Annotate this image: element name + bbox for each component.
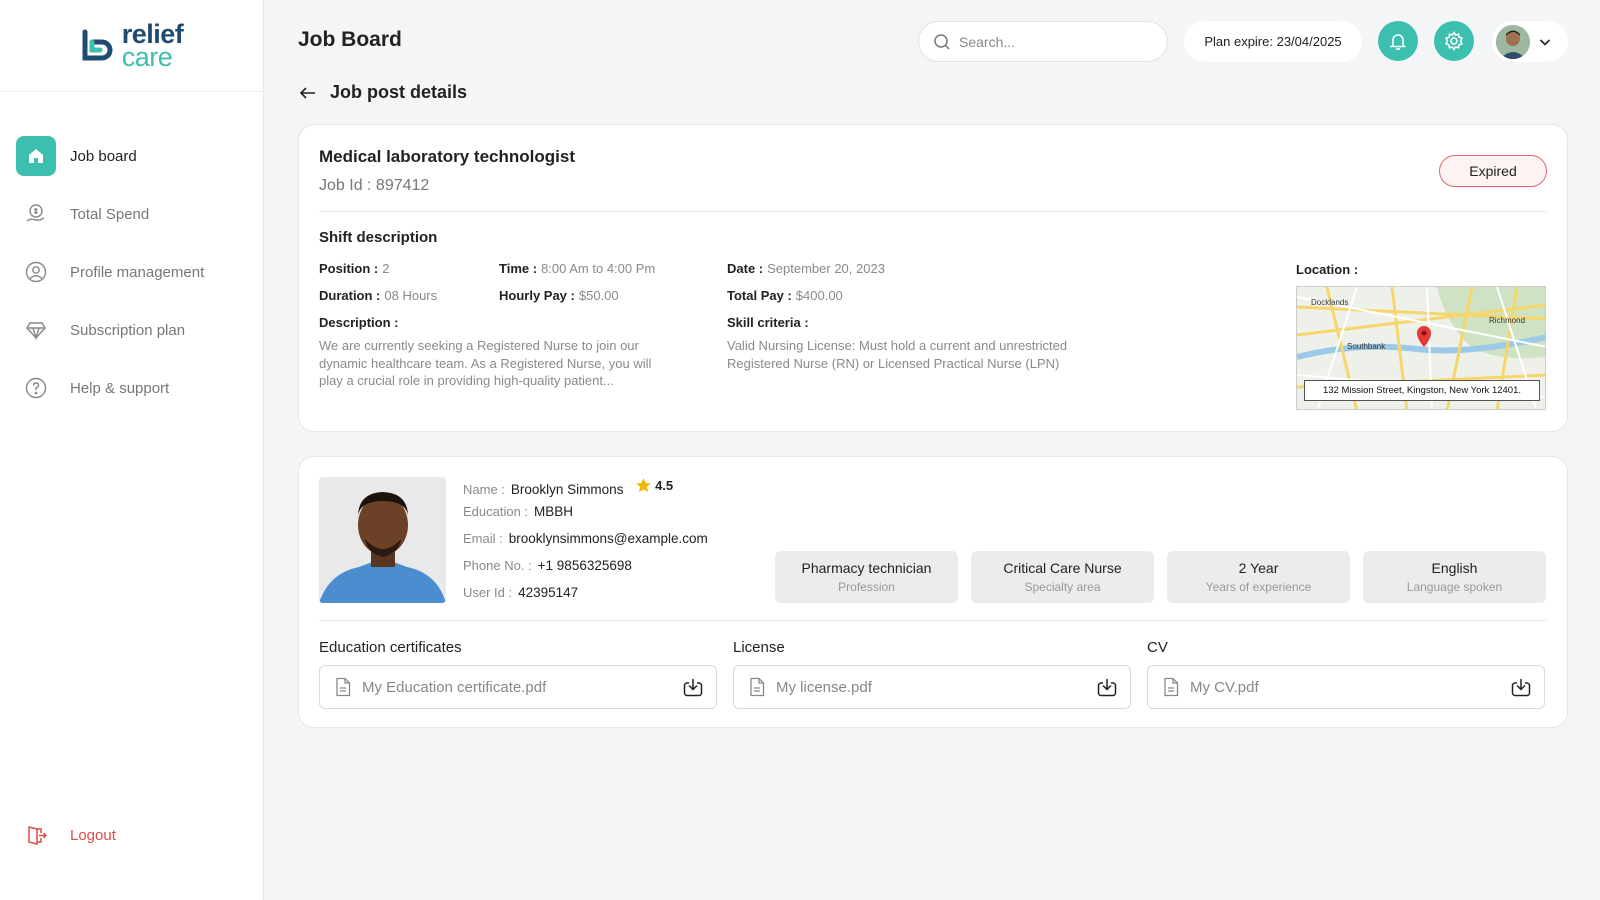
home-icon bbox=[16, 136, 56, 176]
tag-language: English Language spoken bbox=[1363, 551, 1546, 603]
candidate-rating: 4.5 bbox=[635, 477, 673, 494]
download-icon[interactable] bbox=[1096, 676, 1118, 698]
sidebar-item-label: Job board bbox=[70, 147, 137, 165]
sidebar-item-subscription-plan[interactable]: Subscription plan bbox=[16, 310, 263, 350]
diamond-icon bbox=[16, 310, 56, 350]
license-download[interactable]: My license.pdf bbox=[733, 665, 1131, 709]
cv-download[interactable]: My CV.pdf bbox=[1147, 665, 1545, 709]
map-label: Docklands bbox=[1311, 298, 1348, 307]
brand-line2: care bbox=[121, 41, 173, 72]
candidate-education-field: Education : MBBH bbox=[463, 504, 574, 519]
sidebar-item-label: Profile management bbox=[70, 263, 205, 281]
page-subheader: Job post details bbox=[298, 82, 467, 103]
location-map[interactable]: Docklands Richmond Southbank 132 Mission… bbox=[1296, 286, 1546, 410]
hourly-pay-field: Hourly Pay : $50.00 bbox=[499, 288, 619, 303]
logo-mark-icon bbox=[82, 29, 113, 60]
arrow-left-icon bbox=[299, 86, 315, 99]
job-details-card: Medical laboratory technologist Job Id :… bbox=[298, 124, 1568, 432]
candidate-email-field: Email : brooklynsimmons@example.com bbox=[463, 531, 708, 546]
settings-button[interactable] bbox=[1434, 21, 1474, 61]
search-bar[interactable] bbox=[918, 21, 1168, 62]
logout-label: Logout bbox=[70, 826, 116, 844]
back-button[interactable] bbox=[298, 83, 318, 103]
sidebar: relief care Job board Total Spend Profil… bbox=[0, 0, 264, 900]
file-icon bbox=[336, 677, 351, 697]
job-title: Medical laboratory technologist bbox=[319, 147, 575, 166]
education-certificate-download[interactable]: My Education certificate.pdf bbox=[319, 665, 717, 709]
user-circle-icon bbox=[16, 252, 56, 292]
date-field: Date : September 20, 2023 bbox=[727, 261, 885, 276]
help-icon bbox=[16, 368, 56, 408]
download-icon[interactable] bbox=[682, 676, 704, 698]
chevron-down-icon bbox=[1539, 38, 1551, 46]
map-label: Southbank bbox=[1347, 342, 1386, 351]
file-icon bbox=[1164, 677, 1179, 697]
doc-label-education: Education certificates bbox=[319, 639, 462, 656]
gear-icon bbox=[1444, 31, 1464, 51]
plan-expire-badge: Plan expire: 23/04/2025 bbox=[1184, 21, 1362, 62]
file-icon bbox=[750, 677, 765, 697]
tag-profession: Pharmacy technician Profession bbox=[775, 551, 958, 603]
search-icon bbox=[934, 33, 950, 50]
candidate-name-field: Name : Brooklyn Simmons 4.5 bbox=[463, 477, 674, 497]
download-icon[interactable] bbox=[1510, 676, 1532, 698]
sidebar-nav: Job board Total Spend Profile management… bbox=[0, 136, 263, 408]
sidebar-item-help-support[interactable]: Help & support bbox=[16, 368, 263, 408]
candidate-photo bbox=[319, 477, 446, 603]
time-field: Time :8:00 Am to 4:00 Pm bbox=[499, 261, 656, 276]
candidate-phone-field: Phone No. : +1 9856325698 bbox=[463, 558, 632, 573]
divider bbox=[319, 620, 1547, 621]
candidate-userid-field: User Id :42395147 bbox=[463, 585, 579, 600]
skill-criteria-text: Valid Nursing License: Must hold a curre… bbox=[727, 338, 1068, 371]
doc-label-license: License bbox=[733, 639, 785, 656]
money-hand-icon bbox=[16, 194, 56, 234]
description-text: We are currently seeking a Registered Nu… bbox=[319, 338, 652, 388]
sidebar-item-job-board[interactable]: Job board bbox=[16, 136, 263, 176]
avatar bbox=[1496, 24, 1530, 59]
sidebar-item-label: Total Spend bbox=[70, 205, 150, 223]
candidate-name: Brooklyn Simmons bbox=[510, 482, 624, 497]
divider bbox=[319, 211, 1547, 212]
duration-field: Duration :08 Hours bbox=[319, 288, 438, 303]
logout-button[interactable]: Logout bbox=[16, 815, 116, 855]
star-icon bbox=[636, 478, 651, 492]
shift-description-heading: Shift description bbox=[319, 229, 438, 246]
sidebar-item-label: Help & support bbox=[70, 379, 170, 397]
job-id: Job Id : 897412 bbox=[319, 177, 430, 194]
description-label: Description : bbox=[319, 315, 399, 330]
profile-menu[interactable] bbox=[1492, 21, 1568, 62]
sidebar-item-label: Subscription plan bbox=[70, 321, 186, 339]
tag-specialty: Critical Care Nurse Specialty area bbox=[971, 551, 1154, 603]
sidebar-item-profile-management[interactable]: Profile management bbox=[16, 252, 263, 292]
logout-icon bbox=[16, 815, 56, 855]
subpage-title: Job post details bbox=[330, 82, 468, 102]
candidate-card: Name : Brooklyn Simmons 4.5 Education : MB… bbox=[298, 456, 1568, 728]
skill-criteria-label: Skill criteria : bbox=[727, 315, 809, 330]
page-title: Job Board bbox=[298, 28, 402, 51]
notifications-button[interactable] bbox=[1378, 21, 1418, 61]
map-address: 132 Mission Street, Kingston, New York 1… bbox=[1304, 380, 1540, 401]
brand-logo[interactable]: relief care bbox=[0, 0, 263, 92]
doc-label-cv: CV bbox=[1147, 639, 1168, 656]
status-badge: Expired bbox=[1439, 155, 1547, 187]
location-label: Location : bbox=[1296, 262, 1359, 277]
search-input[interactable] bbox=[959, 33, 1149, 50]
sidebar-item-total-spend[interactable]: Total Spend bbox=[16, 194, 263, 234]
bell-icon bbox=[1389, 34, 1407, 50]
map-label: Richmond bbox=[1489, 316, 1525, 325]
tag-experience: 2 Year Years of experience bbox=[1167, 551, 1350, 603]
total-pay-field: Total Pay : $400.00 bbox=[727, 288, 843, 303]
position-field: Position :2 bbox=[319, 261, 390, 276]
